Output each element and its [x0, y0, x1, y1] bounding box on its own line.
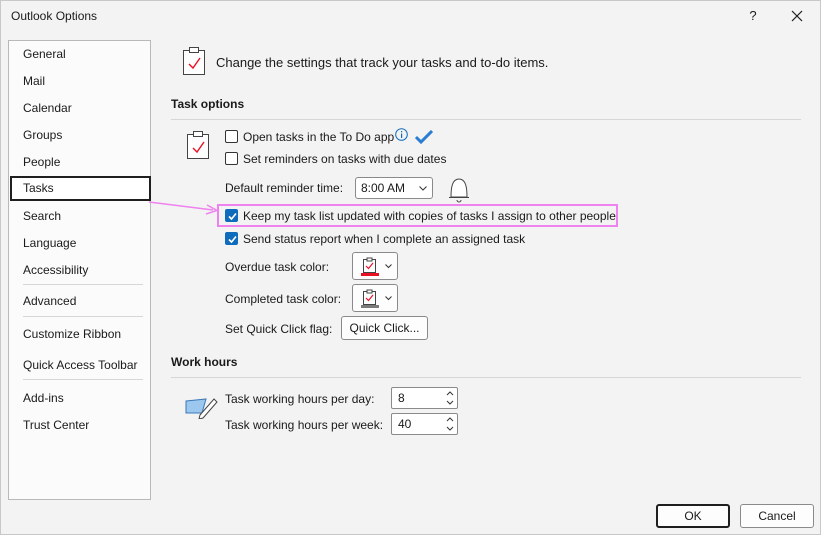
send-status-label: Send status report when I complete an as… — [243, 232, 526, 246]
spinner-arrows[interactable] — [445, 415, 455, 433]
section-divider — [171, 119, 801, 120]
nav-item-groups[interactable]: Groups — [10, 123, 150, 148]
nav-item-accessibility[interactable]: Accessibility — [10, 258, 150, 283]
overdue-color-picker[interactable] — [352, 252, 398, 280]
title-bar: Outlook Options ? — [1, 1, 820, 33]
work-hours-heading: Work hours — [171, 355, 238, 369]
keep-updated-label: Keep my task list updated with copies of… — [243, 209, 616, 223]
hours-per-week-label: Task working hours per week: — [225, 418, 384, 432]
completed-clipboard-icon — [361, 289, 379, 308]
nav-item-trust-center[interactable]: Trust Center — [10, 413, 150, 438]
spinner-up-down-icon — [446, 417, 454, 431]
clipboard-icon — [183, 47, 205, 75]
open-in-todo-checkbox[interactable] — [225, 130, 238, 143]
close-button[interactable] — [787, 6, 807, 26]
completed-color-label: Completed task color: — [225, 292, 342, 306]
nav-item-calendar[interactable]: Calendar — [10, 96, 150, 121]
help-button[interactable]: ? — [745, 6, 761, 26]
open-in-todo-label: Open tasks in the To Do app — [243, 130, 395, 144]
info-icon[interactable] — [395, 128, 408, 141]
nav-item-customize-ribbon[interactable]: Customize Ribbon — [10, 322, 150, 347]
nav-item-quick-access-toolbar[interactable]: Quick Access Toolbar — [10, 353, 150, 378]
outlook-options-dialog: Outlook Options ? General Mail Calendar … — [0, 0, 821, 535]
keep-updated-checkbox[interactable] — [225, 209, 238, 222]
overdue-clipboard-icon — [361, 257, 379, 276]
hours-per-day-label: Task working hours per day: — [225, 392, 375, 406]
default-reminder-time-select[interactable]: 8:00 AM — [355, 177, 433, 199]
set-reminders-label: Set reminders on tasks with due dates — [243, 152, 447, 166]
chevron-down-icon — [419, 186, 427, 191]
nav-item-people[interactable]: People — [10, 150, 150, 175]
default-reminder-time-value: 8:00 AM — [361, 181, 406, 195]
spinner-arrows[interactable] — [445, 389, 455, 407]
nav-item-advanced[interactable]: Advanced — [10, 289, 150, 314]
category-nav: General Mail Calendar Groups People Task… — [8, 40, 151, 500]
section-divider — [171, 377, 801, 378]
ok-button[interactable]: OK — [656, 504, 730, 528]
todo-app-icon — [415, 130, 433, 144]
nav-item-add-ins[interactable]: Add-ins — [10, 386, 150, 411]
task-options-heading: Task options — [171, 97, 245, 111]
hours-per-week-spinner[interactable]: 40 — [391, 413, 458, 435]
spinner-up-down-icon — [446, 391, 454, 405]
default-reminder-label: Default reminder time: — [225, 181, 344, 195]
hours-per-day-value: 8 — [398, 391, 405, 405]
window-title: Outlook Options — [11, 9, 98, 23]
task-clipboard-icon — [187, 131, 209, 159]
close-icon — [791, 10, 803, 22]
quick-click-label: Set Quick Click flag: — [225, 322, 333, 336]
completed-color-picker[interactable] — [352, 284, 398, 312]
set-reminders-checkbox[interactable] — [225, 152, 238, 165]
nav-item-general[interactable]: General — [10, 42, 150, 67]
nav-item-language[interactable]: Language — [10, 231, 150, 256]
quick-click-button[interactable]: Quick Click... — [341, 316, 428, 340]
overdue-color-label: Overdue task color: — [225, 260, 330, 274]
chevron-down-icon — [385, 296, 392, 301]
nav-separator — [23, 379, 143, 380]
page-description: Change the settings that track your task… — [216, 55, 549, 70]
nav-separator — [23, 284, 143, 285]
pencil-icon — [185, 398, 218, 419]
bell-icon — [449, 178, 469, 203]
hours-per-day-spinner[interactable]: 8 — [391, 387, 458, 409]
send-status-checkbox[interactable] — [225, 232, 238, 245]
nav-item-search[interactable]: Search — [10, 204, 150, 229]
nav-item-tasks[interactable]: Tasks — [10, 176, 151, 201]
tasks-settings-panel: Change the settings that track your task… — [151, 33, 821, 503]
hours-per-week-value: 40 — [398, 417, 412, 431]
cancel-button[interactable]: Cancel — [740, 504, 814, 528]
chevron-down-icon — [385, 264, 392, 269]
nav-item-mail[interactable]: Mail — [10, 69, 150, 94]
nav-separator — [23, 316, 143, 317]
